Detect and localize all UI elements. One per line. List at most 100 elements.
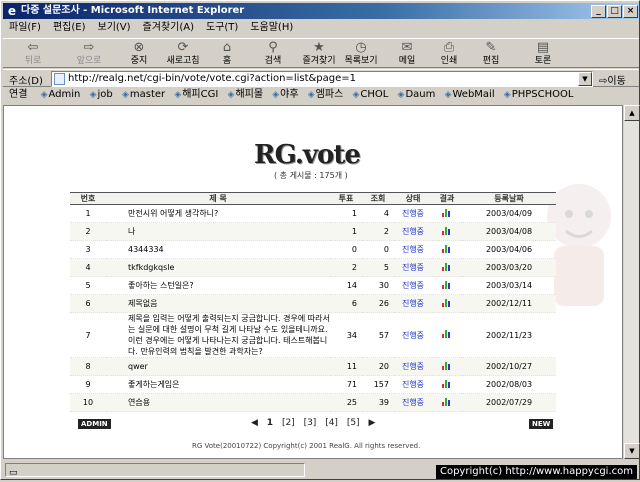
link-phpschool[interactable]: PHPSCHOOL <box>504 88 574 102</box>
table-header-row: 번호 제 목 투표 조회 상태 결과 등록날짜 <box>70 192 556 205</box>
address-input[interactable]: http://realg.net/cgi-bin/vote/vote.cgi?a… <box>51 71 593 87</box>
home-button[interactable]: ⌂ 홈 <box>207 40 247 68</box>
row-subject-link[interactable]: 나 <box>106 222 330 241</box>
bar-chart-icon[interactable] <box>442 226 452 235</box>
bar-chart-icon[interactable] <box>442 379 452 388</box>
bar-chart-icon[interactable] <box>442 262 452 271</box>
row-votes: 14 <box>330 276 362 295</box>
menu-edit[interactable]: 편집(E) <box>47 20 92 36</box>
row-subject-link[interactable]: 제목없음 <box>106 294 330 313</box>
link-yahoo[interactable]: 야후 <box>272 88 298 102</box>
admin-button[interactable]: ADMIN <box>78 419 111 429</box>
link-empas[interactable]: 엠파스 <box>308 88 344 102</box>
header-date: 등록날짜 <box>462 192 556 205</box>
link-chol[interactable]: CHOL <box>352 88 388 102</box>
header-number: 번호 <box>70 192 106 205</box>
row-number: 7 <box>70 312 106 358</box>
row-result[interactable] <box>432 375 462 394</box>
link-webmail[interactable]: WebMail <box>445 88 494 102</box>
bar-chart-icon[interactable] <box>442 330 452 338</box>
print-button[interactable]: ⎙ 인쇄 <box>429 40 469 68</box>
table-row: 6 제목없음 6 26 진행중 2002/12/11 <box>70 294 556 313</box>
minimize-button[interactable]: _ <box>591 5 606 18</box>
menu-view[interactable]: 보기(V) <box>92 20 137 36</box>
row-result[interactable] <box>432 294 462 313</box>
row-votes: 71 <box>330 375 362 394</box>
table-body: 1 만전시위 어떻게 생각하니? 1 4 진행중 2003/04/09 2 나 1 2 진행중 200… <box>70 204 556 412</box>
row-result[interactable] <box>432 222 462 241</box>
search-button[interactable]: ⚲ 검색 <box>253 40 293 68</box>
scroll-down-button[interactable]: ▼ <box>624 443 640 459</box>
row-result[interactable] <box>432 240 462 259</box>
row-subject-link[interactable]: 4344334 <box>106 240 330 259</box>
table-row: 7 제목을 입력는 어떻게 출력되는지 궁금합니다. 경우에 따라서는 실문에 대… <box>70 312 556 358</box>
scroll-up-button[interactable]: ▲ <box>624 105 640 121</box>
page-5-link[interactable]: [5] <box>347 418 360 428</box>
refresh-button[interactable]: ⟳ 새로고침 <box>159 40 207 68</box>
row-subject-link[interactable]: 좋게하는게임은 <box>106 375 330 394</box>
address-dropdown-button[interactable]: ▼ <box>578 72 592 86</box>
row-views: 30 <box>362 276 394 295</box>
page-2-link[interactable]: [2] <box>282 418 295 428</box>
table-row: 5 좋아하는 스턴일은? 14 30 진행중 2003/03/14 <box>70 276 556 295</box>
vote-list-table: 번호 제 목 투표 조회 상태 결과 등록날짜 1 만전시위 어떻게 생각하니? 1… <box>70 192 556 412</box>
page-4-link[interactable]: [4] <box>325 418 338 428</box>
vertical-scrollbar[interactable]: ▲ ▼ <box>623 105 640 459</box>
menu-file[interactable]: 파일(F) <box>3 20 47 36</box>
close-button[interactable]: × <box>623 5 638 18</box>
bar-chart-icon[interactable] <box>442 244 452 253</box>
forward-button[interactable]: ⇨ 앞으로 <box>69 40 109 68</box>
row-date: 2002/10/27 <box>462 357 556 376</box>
bar-chart-icon[interactable] <box>442 280 452 289</box>
link-admin[interactable]: Admin <box>41 88 81 102</box>
row-result[interactable] <box>432 204 462 223</box>
history-button[interactable]: ◷ 목록보기 <box>337 40 385 68</box>
link-job[interactable]: job <box>90 88 113 102</box>
maximize-button[interactable]: □ <box>607 5 622 18</box>
row-result[interactable] <box>432 393 462 412</box>
page-icon: ▭ <box>9 468 18 478</box>
bar-chart-icon[interactable] <box>442 361 452 370</box>
row-state: 진행중 <box>394 240 432 259</box>
row-result[interactable] <box>432 357 462 376</box>
discuss-button[interactable]: ▤ 토론 <box>523 40 563 68</box>
bar-chart-icon[interactable] <box>442 208 452 217</box>
row-subject-link[interactable]: qwer <box>106 357 330 376</box>
new-button[interactable]: NEW <box>529 419 554 429</box>
pagination: ◀ 1 [2] [3] [4] [5] ▶ <box>248 418 378 428</box>
go-button[interactable]: ⇨이동 <box>599 72 626 87</box>
next-page-button[interactable]: ▶ <box>368 418 375 428</box>
bar-chart-icon[interactable] <box>442 397 452 406</box>
row-subject-link[interactable]: 연습용 <box>106 393 330 412</box>
link-happymall[interactable]: 해피몰 <box>228 88 263 102</box>
link-happycgi[interactable]: 해피CGI <box>174 88 218 102</box>
link-master[interactable]: master <box>122 88 165 102</box>
row-subject-link[interactable]: 만전시위 어떻게 생각하니? <box>106 204 330 223</box>
menu-favorites[interactable]: 즐겨찾기(A) <box>137 20 200 36</box>
row-subject-link[interactable]: tkfkdgkqsle <box>106 258 330 277</box>
back-button[interactable]: ⇦ 뒤로 <box>13 40 53 68</box>
row-subject-link[interactable]: 좋아하는 스턴일은? <box>106 276 330 295</box>
table-row: 3 4344334 0 0 진행중 2003/04/06 <box>70 240 556 259</box>
row-subject-link[interactable]: 제목을 입력는 어떻게 출력되는지 궁금합니다. 경우에 따라서는 실문에 대한… <box>106 312 330 358</box>
print-icon: ⎙ <box>443 40 455 55</box>
mail-button[interactable]: ✉ 메일 <box>387 40 427 68</box>
header-result: 결과 <box>432 192 462 205</box>
header-subject: 제 목 <box>106 192 330 205</box>
row-views: 2 <box>362 222 394 241</box>
row-votes: 0 <box>330 240 362 259</box>
page-3-link[interactable]: [3] <box>304 418 317 428</box>
favorites-button[interactable]: ★ 즐겨찾기 <box>295 40 343 68</box>
prev-page-button[interactable]: ◀ <box>251 418 258 428</box>
favorites-icon: ★ <box>313 40 325 55</box>
row-result[interactable] <box>432 258 462 277</box>
window-title: 다중 설문조사 - Microsoft Internet Explorer <box>21 5 245 16</box>
link-daum[interactable]: Daum <box>398 88 435 102</box>
bar-chart-icon[interactable] <box>442 298 452 307</box>
edit-button[interactable]: ✎ 편집 <box>471 40 511 68</box>
menu-help[interactable]: 도움말(H) <box>244 20 299 36</box>
row-result[interactable] <box>432 276 462 295</box>
stop-button[interactable]: ⊗ 중지 <box>119 40 159 68</box>
row-result[interactable] <box>432 312 462 358</box>
menu-tools[interactable]: 도구(T) <box>200 20 244 36</box>
